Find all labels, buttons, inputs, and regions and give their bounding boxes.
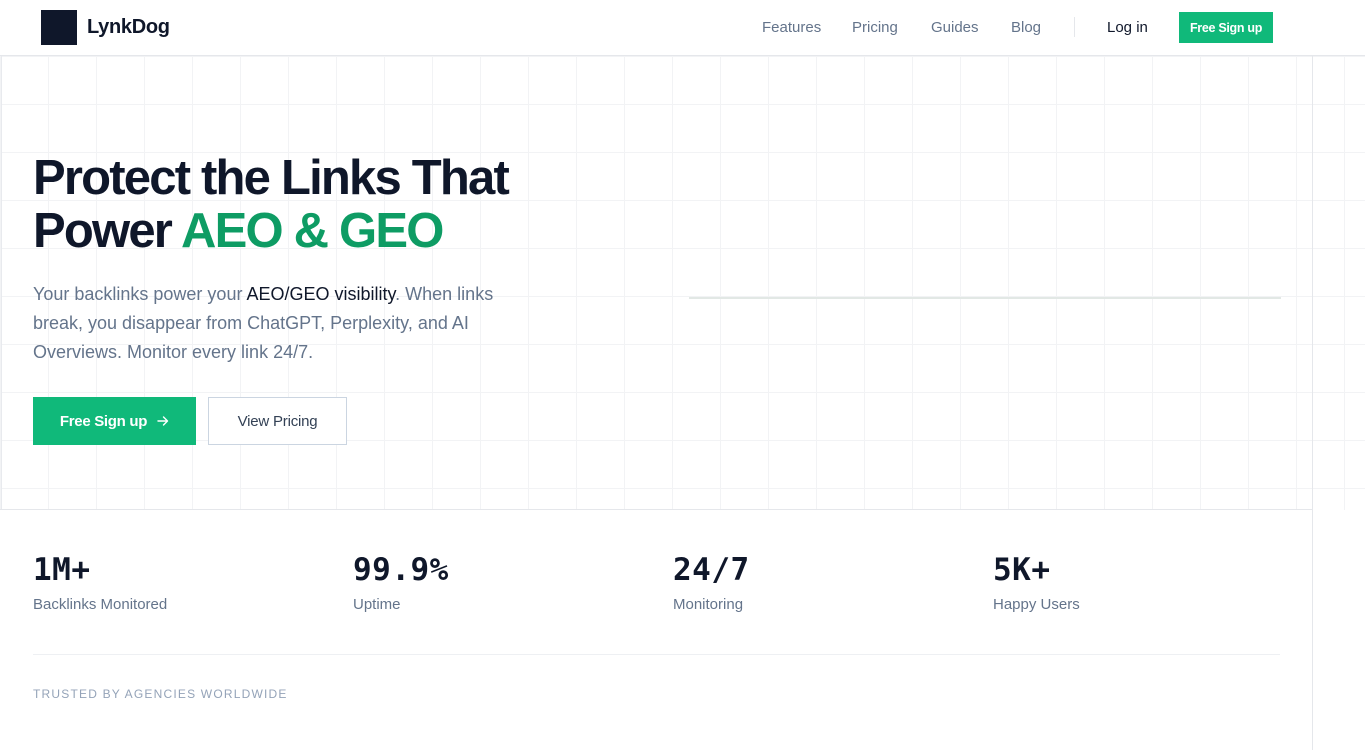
page-right-border [1312, 56, 1313, 750]
logo[interactable]: LynkDog [41, 10, 170, 45]
hero-title-line1: Protect the Links That [33, 151, 510, 205]
hero-title-line2: Power [33, 204, 182, 258]
logo-mark-icon [41, 10, 77, 45]
stat-label: Monitoring [673, 596, 744, 613]
stat-value: 24/7 [673, 552, 750, 588]
arrow-right-icon [157, 416, 169, 426]
stat-value: 99.9% [353, 552, 449, 588]
hero-graphic-divider [689, 297, 1281, 299]
nav-item-pricing[interactable]: Pricing [852, 19, 898, 36]
site-header: LynkDog Features Pricing Guides Blog Log… [0, 0, 1365, 56]
hero-left-border [1, 56, 2, 510]
stat-value: 5K+ [993, 552, 1051, 588]
stats-top-divider [0, 509, 1312, 510]
stat-label: Backlinks Monitored [33, 596, 168, 613]
hero-signup-label: Free Sign up [59, 412, 148, 430]
stat-monitoring: 24/7 Monitoring [673, 550, 750, 613]
stat-label: Happy Users [993, 596, 1080, 613]
stat-uptime: 99.9% Uptime [353, 550, 449, 613]
view-pricing-button[interactable]: View Pricing [208, 397, 347, 445]
hero-title-accent: AEO & GEO [181, 204, 444, 258]
header-signup-button[interactable]: Free Sign up [1179, 12, 1273, 43]
hero-signup-button[interactable]: Free Sign up [33, 397, 196, 445]
stat-backlinks: 1M+ Backlinks Monitored [33, 550, 167, 613]
hero-title: Protect the Links That Power AEO & GEO [33, 152, 593, 258]
trusted-by-label: TRUSTED BY AGENCIES WORLDWIDE [33, 687, 288, 701]
nav-item-guides[interactable]: Guides [931, 19, 979, 36]
nav-item-features[interactable]: Features [762, 19, 821, 36]
nav-item-blog[interactable]: Blog [1011, 19, 1041, 36]
brand-name: LynkDog [87, 16, 170, 38]
stat-users: 5K+ Happy Users [993, 550, 1080, 613]
stats-bottom-divider [33, 654, 1280, 655]
hero-subtitle: Your backlinks power your AEO/GEO visibi… [33, 280, 533, 367]
hero-subtitle-strong: AEO/GEO visibility [246, 284, 396, 304]
nav-divider [1074, 17, 1075, 37]
stat-value: 1M+ [33, 552, 91, 588]
login-link[interactable]: Log in [1107, 19, 1148, 36]
hero-subtitle-part1: Your backlinks power your [33, 284, 247, 304]
stat-label: Uptime [353, 596, 401, 613]
